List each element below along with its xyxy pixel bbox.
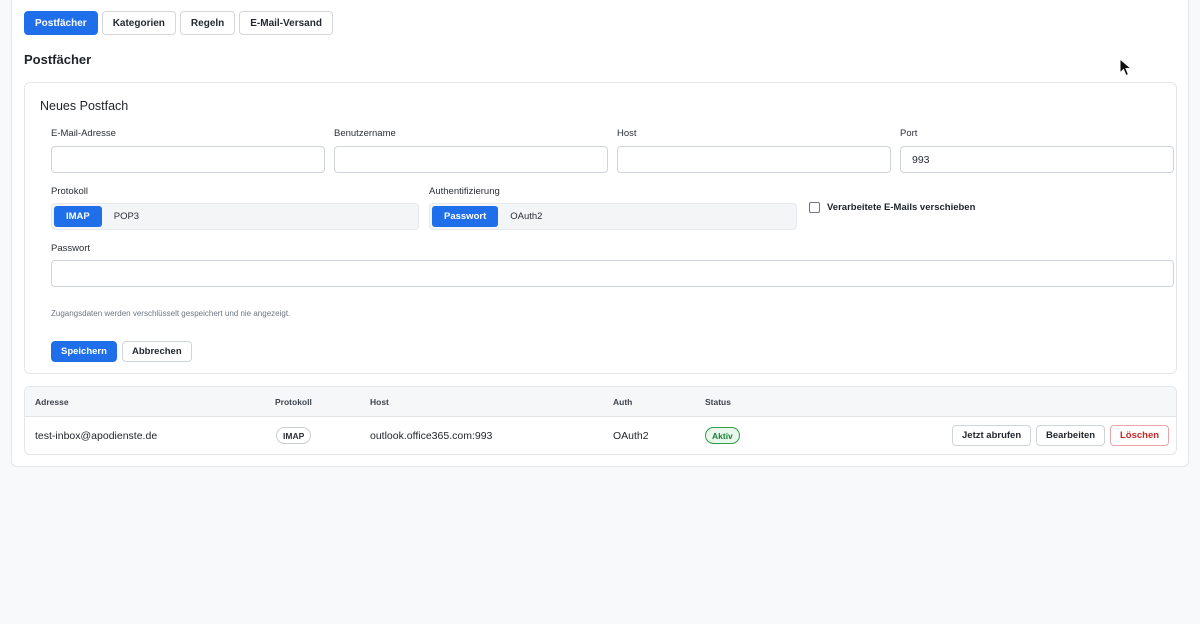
row-host: outlook.office365.com:993 xyxy=(370,430,493,442)
protocol-option-imap[interactable]: IMAP xyxy=(54,206,102,227)
credentials-hint: Zugangsdaten werden verschlüsselt gespei… xyxy=(51,309,291,318)
tab-kategorien[interactable]: Kategorien xyxy=(101,11,176,35)
column-header-auth: Auth xyxy=(613,397,633,407)
fetch-now-button[interactable]: Jetzt abrufen xyxy=(952,425,1032,446)
tab-email-versand[interactable]: E-Mail-Versand xyxy=(239,11,333,35)
column-header-status: Status xyxy=(705,397,731,407)
move-processed-option[interactable]: Verarbeitete E-Mails verschieben xyxy=(809,202,975,213)
row-address: test-inbox@apodienste.de xyxy=(35,430,158,442)
form-title: Neues Postfach xyxy=(40,99,129,113)
page-title: Postfächer xyxy=(24,52,92,67)
auth-option-oauth2[interactable]: OAuth2 xyxy=(498,206,554,227)
port-field[interactable]: 993 xyxy=(900,146,1174,173)
username-field[interactable] xyxy=(334,146,608,173)
username-label: Benutzername xyxy=(334,128,396,139)
password-label: Passwort xyxy=(51,243,91,254)
host-field[interactable] xyxy=(617,146,891,173)
cancel-button[interactable]: Abbrechen xyxy=(122,341,192,362)
auth-option-passwort[interactable]: Passwort xyxy=(432,206,499,227)
row-auth: OAuth2 xyxy=(613,430,649,442)
protocol-badge: IMAP xyxy=(276,427,312,444)
new-mailbox-form: Neues Postfach E-Mail-Adresse Benutzerna… xyxy=(24,82,1177,374)
protocol-label: Protokoll xyxy=(51,186,88,197)
move-processed-label: Verarbeitete E-Mails verschieben xyxy=(827,202,976,213)
auth-toggle: Passwort OAuth2 xyxy=(429,203,797,230)
port-label: Port xyxy=(900,128,918,139)
column-header-host: Host xyxy=(370,397,389,407)
table-header: Adresse Protokoll Host Auth Status xyxy=(25,387,1176,417)
status-badge: Aktiv xyxy=(705,427,740,444)
email-label: E-Mail-Adresse xyxy=(51,128,116,139)
mouse-pointer-icon xyxy=(1119,58,1133,77)
delete-button[interactable]: Löschen xyxy=(1110,425,1170,446)
protocol-toggle: IMAP POP3 xyxy=(51,203,419,230)
column-header-protocol: Protokoll xyxy=(275,397,312,407)
auth-label: Authentifizierung xyxy=(429,186,500,197)
move-processed-checkbox[interactable] xyxy=(809,202,820,213)
host-label: Host xyxy=(617,128,637,139)
save-button[interactable]: Speichern xyxy=(51,341,117,362)
tab-bar: Postfächer Kategorien Regeln E-Mail-Vers… xyxy=(24,11,333,35)
edit-button[interactable]: Bearbeiten xyxy=(1036,425,1106,446)
protocol-option-pop3[interactable]: POP3 xyxy=(102,206,151,227)
email-field[interactable] xyxy=(51,146,325,173)
password-field[interactable] xyxy=(51,260,1174,287)
tab-postfaecher[interactable]: Postfächer xyxy=(24,11,98,35)
mailbox-settings-panel: Postfächer Kategorien Regeln E-Mail-Vers… xyxy=(11,0,1189,467)
column-header-address: Adresse xyxy=(35,397,69,407)
tab-regeln[interactable]: Regeln xyxy=(179,11,236,35)
mailbox-table: Adresse Protokoll Host Auth Status test-… xyxy=(24,386,1177,455)
